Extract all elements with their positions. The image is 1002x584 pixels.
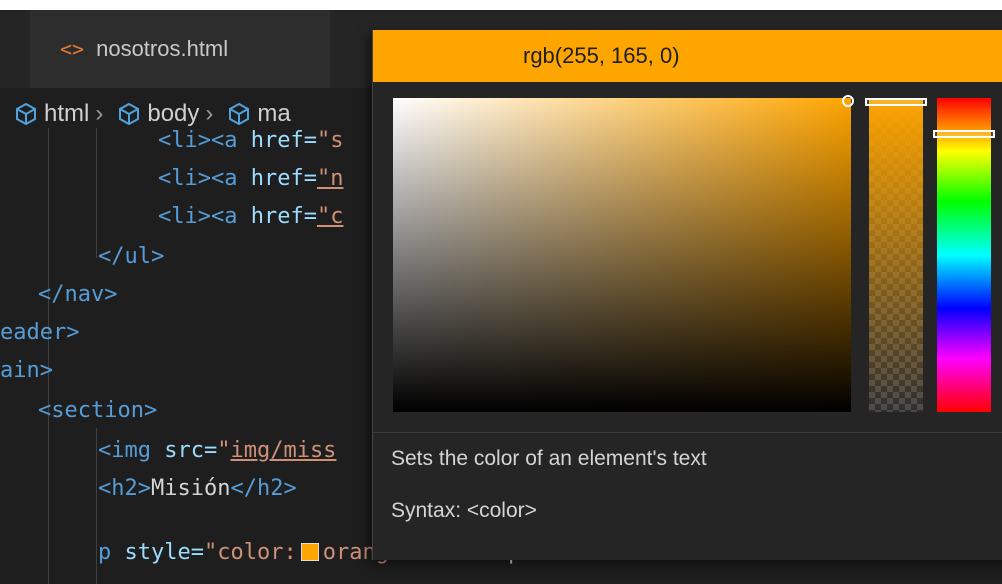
code-line: eader>	[0, 320, 80, 345]
opacity-slider-handle[interactable]	[865, 98, 927, 106]
hover-info: Sets the color of an element's text Synt…	[373, 432, 1002, 522]
hue-slider[interactable]	[933, 98, 995, 412]
hover-description: Sets the color of an element's text	[391, 447, 707, 470]
code-line: <li><a href="n	[158, 166, 344, 191]
color-picker-popup: rgb(255, 165, 0) Sets the color of an el…	[372, 30, 1002, 560]
code-line: <li><a href="s	[158, 128, 344, 153]
code-line: <h2>Misión</h2>	[98, 476, 297, 501]
color-swatch[interactable]	[300, 543, 319, 561]
color-value-label: rgb(255, 165, 0)	[523, 43, 680, 68]
code-line: <section>	[38, 398, 158, 423]
breadcrumb-label: html	[44, 100, 90, 127]
cube-icon	[119, 102, 140, 126]
saturation-handle[interactable]	[842, 95, 854, 107]
code-line: </ul>	[98, 244, 165, 269]
code-line: ain>	[0, 358, 53, 383]
indent-guide	[96, 128, 97, 258]
tab-nosotros-html[interactable]: <> nosotros.html	[30, 10, 330, 88]
hue-slider-handle[interactable]	[933, 130, 995, 138]
opacity-slider[interactable]	[865, 98, 927, 412]
code-line: <img src="img/miss	[98, 438, 337, 463]
code-line: <li><a href="c	[158, 204, 344, 229]
code-line: </nav>	[38, 282, 118, 307]
editor-window: <> nosotros.html html › body › ma <li><a…	[0, 10, 1002, 584]
chevron-right-icon: ›	[95, 100, 104, 127]
tab-label: nosotros.html	[96, 36, 229, 61]
breadcrumb-item-html[interactable]: html ›	[0, 100, 103, 128]
cube-icon	[16, 102, 36, 126]
saturation-brightness-box[interactable]	[393, 95, 854, 412]
html-code-icon: <>	[60, 37, 85, 61]
color-picker-header[interactable]: rgb(255, 165, 0)	[373, 30, 1002, 82]
indent-guide	[96, 428, 97, 584]
hover-syntax: Syntax: <color>	[391, 499, 537, 522]
